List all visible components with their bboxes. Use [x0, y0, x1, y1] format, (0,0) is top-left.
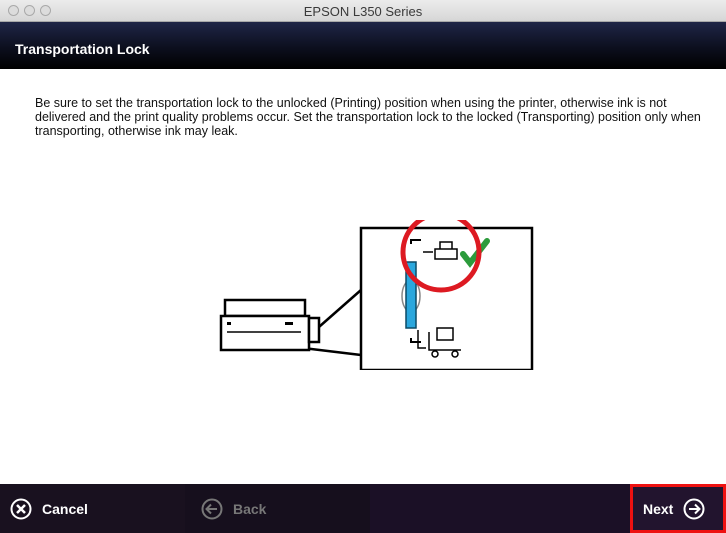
footer-bar: Cancel Back Next [0, 484, 726, 533]
page-title: Transportation Lock [15, 41, 150, 57]
window-titlebar: EPSON L350 Series [0, 0, 726, 22]
window-title: EPSON L350 Series [303, 4, 423, 19]
footer-spacer [370, 484, 630, 533]
next-arrow-icon [683, 498, 705, 519]
transportation-lock-illustration [219, 220, 534, 370]
next-button[interactable]: Next [630, 484, 726, 533]
page-header: Transportation Lock [0, 22, 726, 69]
instructions-text: Be sure to set the transportation lock t… [35, 96, 701, 138]
cancel-button[interactable]: Cancel [0, 484, 185, 533]
back-label: Back [233, 500, 267, 517]
back-arrow-icon [201, 498, 223, 519]
cancel-x-icon [10, 498, 32, 519]
printer-icon [219, 298, 321, 352]
next-label: Next [643, 500, 674, 517]
cancel-label: Cancel [42, 500, 88, 517]
back-button[interactable]: Back [185, 484, 370, 533]
